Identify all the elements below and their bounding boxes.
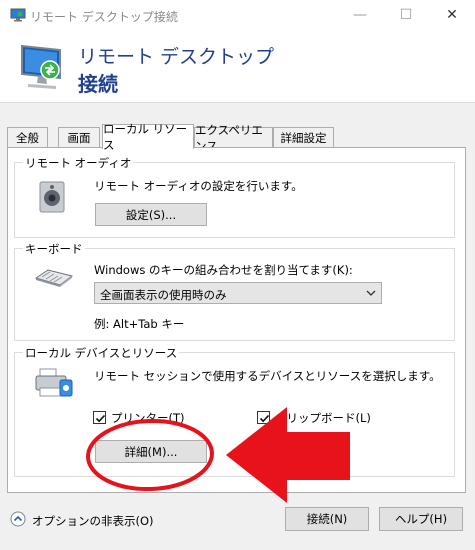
checkmark-icon [259, 414, 270, 423]
help-button-label: ヘルプ(H) [394, 512, 448, 526]
remote-audio-group: リモート オーディオ [14, 155, 455, 238]
tab-display[interactable]: 画面 [58, 127, 100, 147]
remote-desktop-small-icon [10, 8, 26, 22]
keyboard-description: Windows のキーの組み合わせを割り当てます(K): [94, 263, 353, 277]
clipboard-label[interactable]: クリップボード(L) [275, 410, 371, 426]
local-devices-group-label: ローカル デバイスとリソース [23, 345, 180, 361]
printer-devices-icon [35, 368, 73, 397]
remote-audio-description: リモート オーディオの設定を行います。 [94, 179, 303, 193]
audio-settings-button-label: 設定(S)... [125, 207, 177, 222]
header-banner: リモート デスクトップ 接続 [0, 30, 475, 103]
local-devices-description: リモート セッションで使用するデバイスとリソースを選択します。 [94, 369, 441, 383]
details-button-label: 詳細(M)... [124, 444, 178, 459]
speaker-icon [39, 181, 65, 213]
title-bar: リモート デスクトップ接続 — ☐ ✕ [0, 0, 475, 30]
printers-checkbox[interactable] [93, 411, 106, 424]
tab-general[interactable]: 全般 [7, 127, 48, 147]
keyboard-icon [34, 269, 74, 287]
connect-button[interactable]: 接続(N) [285, 507, 369, 531]
minimize-button[interactable]: — [337, 0, 383, 30]
tab-experience[interactable]: エクスペリエンス [194, 123, 273, 153]
details-button[interactable]: 詳細(M)... [95, 440, 207, 463]
tab-general-label: 全般 [16, 130, 39, 145]
audio-settings-button[interactable]: 設定(S)... [95, 203, 207, 226]
remote-audio-group-label: リモート オーディオ [23, 155, 134, 171]
minimize-icon: — [353, 7, 367, 23]
tab-local-resources[interactable]: ローカル リソース [102, 122, 194, 152]
remote-desktop-logo-icon [21, 44, 61, 89]
maximize-icon: ☐ [399, 7, 413, 23]
tab-display-label: 画面 [67, 130, 91, 145]
clipboard-checkbox[interactable] [257, 411, 270, 424]
connect-button-label: 接続(N) [306, 512, 348, 526]
keyboard-example: 例: Alt+Tab キー [94, 317, 185, 331]
keyboard-combination-value: 全画面表示の使用時のみ [100, 288, 227, 302]
chevron-down-icon [366, 290, 376, 296]
chevron-up-circle-icon[interactable] [10, 511, 26, 527]
printers-label[interactable]: プリンター(T) [111, 410, 185, 426]
maximize-button[interactable]: ☐ [383, 0, 429, 30]
close-button[interactable]: ✕ [429, 0, 475, 30]
keyboard-group-label: キーボード [23, 241, 85, 257]
keyboard-combination-select[interactable]: 全画面表示の使用時のみ [94, 282, 382, 304]
tab-advanced-label: 詳細設定 [280, 130, 327, 145]
checkmark-icon [95, 414, 106, 423]
header-title-line1: リモート デスクトップ [78, 46, 275, 68]
close-icon: ✕ [446, 7, 458, 23]
help-button[interactable]: ヘルプ(H) [379, 507, 463, 531]
hide-options-link[interactable]: オプションの非表示(O) [32, 513, 154, 529]
tab-local-resources-label: ローカル リソース [103, 122, 188, 152]
header-title-line2: 接続 [78, 72, 118, 96]
window-title: リモート デスクトップ接続 [30, 10, 178, 24]
tab-advanced[interactable]: 詳細設定 [273, 127, 334, 147]
